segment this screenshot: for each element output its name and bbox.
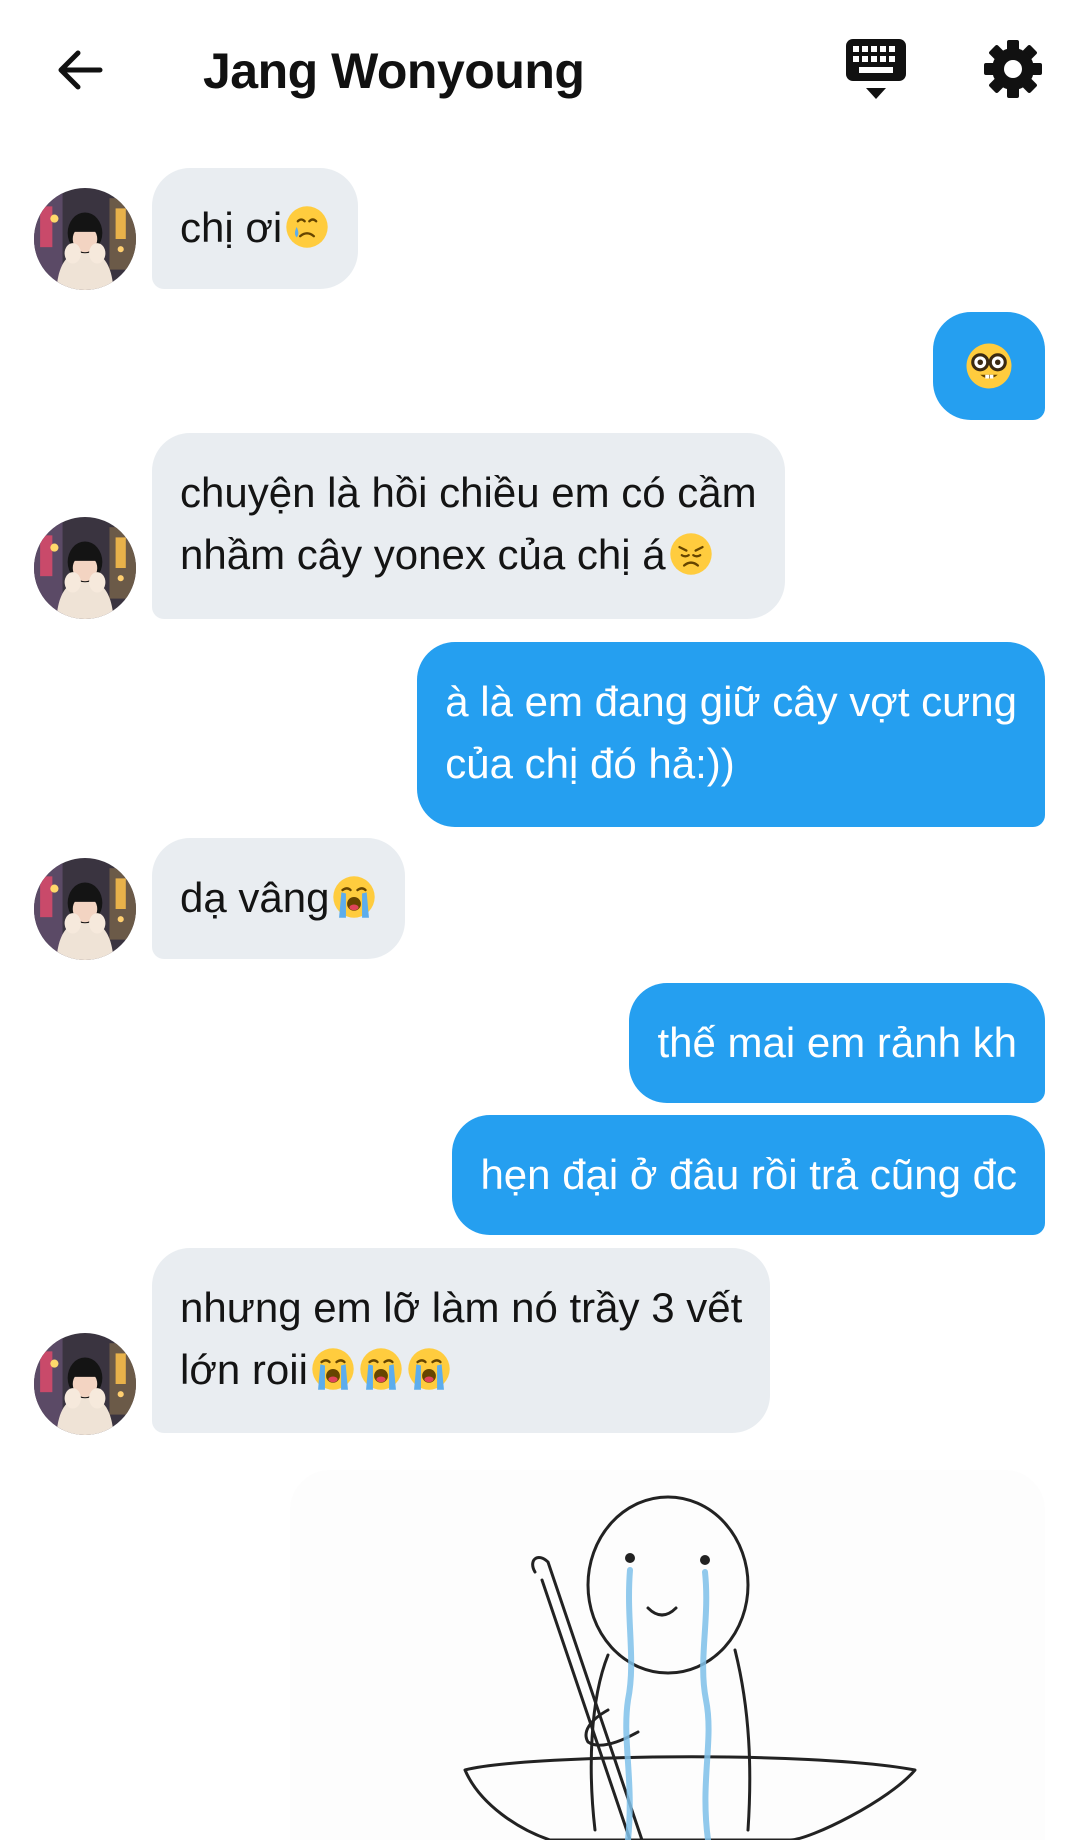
avatar[interactable] <box>34 188 136 290</box>
message-text: dạ vâng <box>180 867 377 929</box>
avatar[interactable] <box>34 517 136 619</box>
message-bubble-outgoing[interactable]: hẹn đại ở đâu rồi trả cũng đc <box>452 1115 1045 1235</box>
message-bubble-incoming[interactable]: nhưng em lỡ làm nó trầy 3 vết lớn roii <box>152 1248 771 1433</box>
nerd-face-emoji <box>964 341 1014 391</box>
message-text: của chị đó hả:)) <box>445 740 735 787</box>
message-text: lớn roii <box>180 1339 742 1401</box>
loudly-crying-face-emoji <box>331 874 377 920</box>
message-bubble-incoming[interactable]: chuyện là hồi chiều em có cầm nhầm cây y… <box>152 433 785 619</box>
crying-stickman-eating-sticker <box>463 1495 917 1840</box>
keyboard-button[interactable] <box>843 36 909 102</box>
back-arrow-icon <box>58 50 103 90</box>
avatar[interactable] <box>34 858 136 960</box>
chat-header: Jang Wonyoung <box>0 0 1080 150</box>
avatar[interactable] <box>34 1333 136 1435</box>
message-text: hẹn đại ở đâu rồi trả cũng đc <box>480 1151 1017 1198</box>
message-text: nhầm cây yonex của chị á <box>180 524 757 586</box>
keyboard-icon <box>846 39 906 99</box>
loudly-crying-face-emoji <box>358 1346 404 1392</box>
message-text: thế mai em rảnh kh <box>657 1019 1017 1066</box>
message-text: chuyện là hồi chiều em có cầm <box>180 469 757 516</box>
settings-button[interactable] <box>980 36 1046 102</box>
message-bubble-outgoing[interactable]: thế mai em rảnh kh <box>629 983 1045 1103</box>
gear-icon <box>984 40 1042 98</box>
message-text: nhưng em lỡ làm nó trầy 3 vết <box>180 1284 743 1331</box>
message-bubble-incoming[interactable]: dạ vâng <box>152 838 406 959</box>
message-bubble-incoming[interactable]: chị ơi <box>152 168 359 289</box>
loudly-crying-face-emoji <box>310 1346 356 1392</box>
message-bubble-outgoing[interactable]: à là em đang giữ cây vợt cưng của chị đó… <box>417 642 1045 827</box>
message-text: chị ơi <box>180 197 330 259</box>
back-button[interactable] <box>50 40 110 100</box>
sticker-message[interactable] <box>290 1470 1045 1840</box>
loudly-crying-face-emoji <box>406 1346 452 1392</box>
contact-name[interactable]: Jang Wonyoung <box>203 38 585 104</box>
disappointed-face-emoji <box>668 531 714 577</box>
message-bubble-outgoing[interactable] <box>933 312 1045 420</box>
message-text: à là em đang giữ cây vợt cưng <box>445 678 1017 725</box>
crying-face-emoji <box>284 204 330 250</box>
